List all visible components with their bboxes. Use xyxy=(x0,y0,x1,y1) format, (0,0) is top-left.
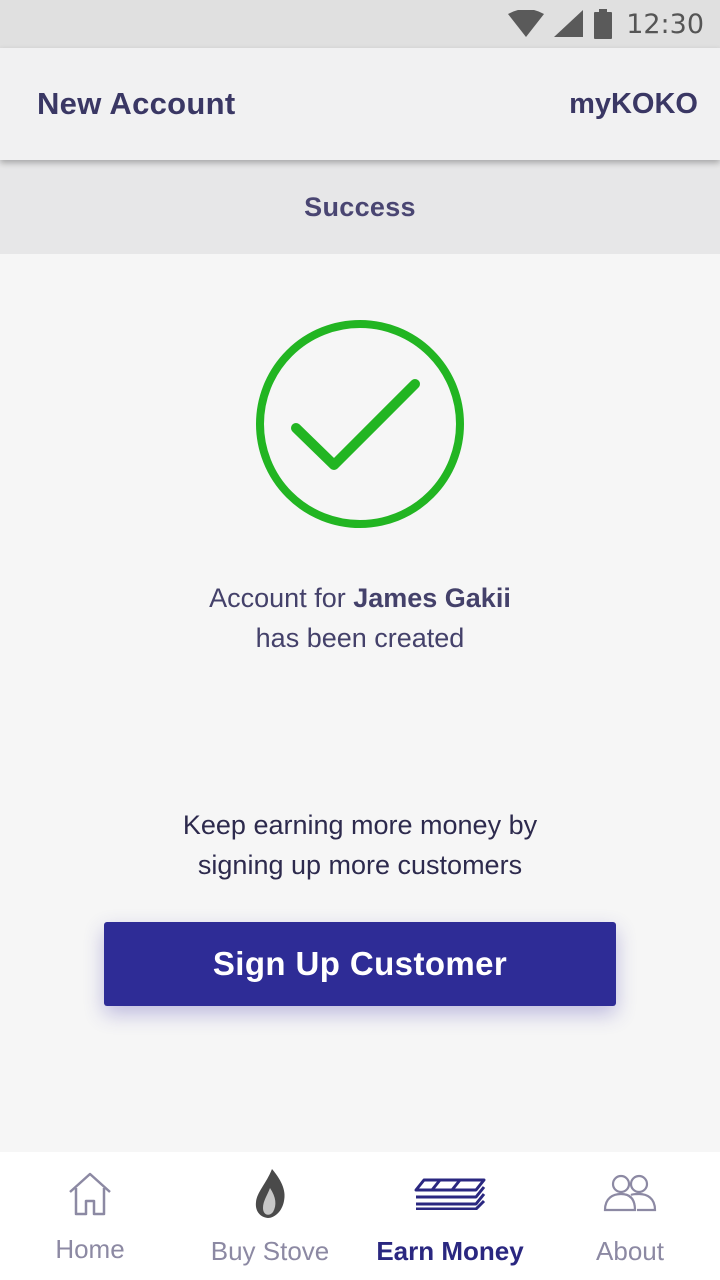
success-check-icon xyxy=(254,318,466,530)
status-time: 12:30 xyxy=(626,8,704,40)
nav-item-earn-money[interactable]: Earn Money xyxy=(360,1152,540,1280)
signal-icon xyxy=(554,10,584,38)
encouragement-message: Keep earning more money by signing up mo… xyxy=(0,805,720,885)
app-bar: New Account myKOKO xyxy=(0,48,720,160)
encourage-line-1: Keep earning more money by xyxy=(182,810,538,840)
subheader-title: Success xyxy=(304,191,416,222)
nav-item-buy-stove[interactable]: Buy Stove xyxy=(180,1152,360,1280)
people-icon xyxy=(603,1174,657,1217)
bottom-nav: Home Buy Stove Earn Money About xyxy=(0,1152,720,1280)
money-stack-icon xyxy=(414,1176,486,1215)
subheader: Success xyxy=(0,160,720,254)
encourage-line-2: signing up more customers xyxy=(197,850,523,880)
nav-label-earn-money: Earn Money xyxy=(376,1236,524,1266)
brand-logo: myKOKO xyxy=(569,87,698,120)
account-name: James Gakii xyxy=(353,583,511,613)
battery-icon xyxy=(594,9,613,39)
nav-label-buy-stove: Buy Stove xyxy=(210,1236,330,1266)
nav-item-about[interactable]: About xyxy=(540,1152,720,1280)
sign-up-customer-button[interactable]: Sign Up Customer xyxy=(104,922,616,1006)
nav-label-home: Home xyxy=(55,1234,125,1264)
account-created-message: Account for James Gakii has been created xyxy=(0,578,720,658)
home-icon xyxy=(66,1170,114,1223)
flame-icon xyxy=(253,1168,287,1225)
wifi-icon xyxy=(508,10,545,38)
account-suffix: has been created xyxy=(255,623,465,653)
page-title: New Account xyxy=(37,86,236,121)
status-bar: 12:30 xyxy=(0,0,720,48)
nav-item-home[interactable]: Home xyxy=(0,1152,180,1280)
account-prefix: Account for xyxy=(209,583,354,613)
nav-label-about: About xyxy=(596,1236,664,1266)
